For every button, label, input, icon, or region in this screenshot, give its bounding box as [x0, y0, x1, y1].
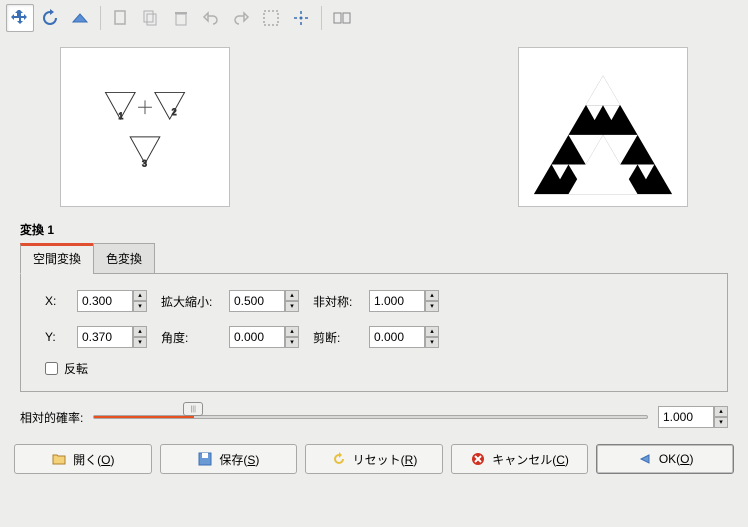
probability-slider[interactable]: ||| — [93, 408, 648, 426]
tabs: 空間変換 色変換 — [20, 242, 728, 273]
delete-button[interactable] — [167, 4, 195, 32]
asym-label: 非対称: — [313, 293, 361, 310]
probability-row: 相対的確率: ||| ▴▾ — [0, 392, 748, 434]
y-input[interactable]: ▴▾ — [77, 326, 153, 348]
copy-button[interactable] — [137, 4, 165, 32]
probability-input[interactable]: ▴▾ — [658, 406, 728, 428]
rotate-tool[interactable] — [36, 4, 64, 32]
open-button[interactable]: 開く(O) — [14, 444, 152, 474]
asym-input[interactable]: ▴▾ — [369, 290, 445, 312]
svg-text:3: 3 — [142, 159, 147, 169]
separator — [321, 6, 322, 30]
flip-checkbox-row: 反転 — [45, 360, 703, 377]
undo-button[interactable] — [197, 4, 225, 32]
shear-input[interactable]: ▴▾ — [369, 326, 445, 348]
folder-icon — [51, 451, 67, 467]
transform-section: 変換 1 空間変換 色変換 X: ▴▾ 拡大縮小: ▴▾ 非対称: ▴▾ Y: … — [0, 217, 748, 392]
separator — [100, 6, 101, 30]
center-button[interactable] — [287, 4, 315, 32]
scale-tool[interactable] — [66, 4, 94, 32]
x-input[interactable]: ▴▾ — [77, 290, 153, 312]
tab-spatial[interactable]: 空間変換 — [20, 243, 94, 274]
scale-input[interactable]: ▴▾ — [229, 290, 305, 312]
shear-label: 剪断: — [313, 329, 361, 346]
svg-text:1: 1 — [118, 111, 123, 121]
flip-checkbox[interactable] — [45, 362, 58, 375]
cancel-icon — [470, 451, 486, 467]
cancel-button[interactable]: キャンセル(C) — [451, 444, 589, 474]
preview-toggle[interactable] — [328, 4, 356, 32]
result-preview[interactable] — [518, 47, 688, 207]
svg-text:2: 2 — [172, 107, 177, 117]
section-title: 変換 1 — [20, 217, 728, 238]
select-all-button[interactable] — [257, 4, 285, 32]
spatial-panel: X: ▴▾ 拡大縮小: ▴▾ 非対称: ▴▾ Y: ▴▾ 角度: ▴▾ 剪断: … — [20, 273, 728, 392]
angle-input[interactable]: ▴▾ — [229, 326, 305, 348]
new-button[interactable] — [107, 4, 135, 32]
reset-icon — [331, 451, 347, 467]
tab-color[interactable]: 色変換 — [93, 243, 155, 274]
source-preview[interactable]: 1 2 3 — [60, 47, 230, 207]
reset-button[interactable]: リセット(R) — [305, 444, 443, 474]
flip-label: 反転 — [64, 360, 88, 377]
button-row: 開く(O) 保存(S) リセット(R) キャンセル(C) OK(O) — [0, 434, 748, 484]
save-icon — [197, 451, 213, 467]
preview-area: 1 2 3 — [0, 37, 748, 217]
ok-icon — [637, 451, 653, 467]
probability-label: 相対的確率: — [20, 409, 83, 426]
save-button[interactable]: 保存(S) — [160, 444, 298, 474]
move-tool[interactable] — [6, 4, 34, 32]
redo-button[interactable] — [227, 4, 255, 32]
angle-label: 角度: — [161, 329, 221, 346]
y-label: Y: — [45, 330, 69, 344]
toolbar — [0, 0, 748, 37]
x-label: X: — [45, 294, 69, 308]
ok-button[interactable]: OK(O) — [596, 444, 734, 474]
scale-label: 拡大縮小: — [161, 293, 221, 310]
